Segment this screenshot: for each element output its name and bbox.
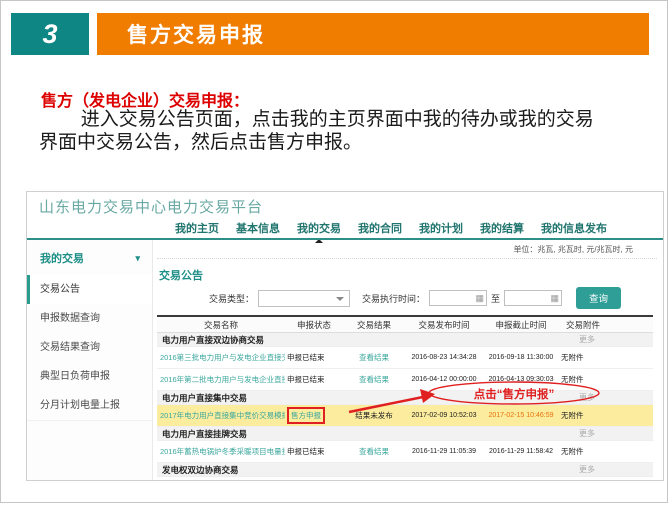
group-title: 发电权双边协商交易 [162,465,239,475]
slide-number-badge: 3 [11,13,89,55]
trade-type-label: 交易类型： [209,292,254,305]
sidebar-item-declared-data-query[interactable]: 申报数据查询 [27,304,152,333]
sidebar: 我的交易 ▾ 交易公告 申报数据查询 交易结果查询 典型日负荷申报 分月计划电量… [27,240,153,480]
section-title: 交易公告 [159,267,657,283]
exec-time-to-input[interactable]: ▦ [504,290,562,306]
nav-item-basic-info[interactable]: 基本信息 [236,220,280,236]
deadline-time: 2016-11-29 11:58:42 [483,448,559,455]
publish-time: 2017-02-09 10:52:03 [405,412,483,419]
table-row: 2016第三批电力用户与发电企业直接交易 申报已结束 查看结果 2016-08-… [157,347,653,369]
group-header-bilateral-direct: 电力用户直接双边协商交易 更多 [157,333,653,347]
group-title: 电力用户直接集中交易 [162,393,247,403]
table-row: 2016年蓄热电锅炉冬季采暖项目电量挂牌交 申报已结束 查看结果 2016-11… [157,441,653,463]
col-trade-result: 交易结果 [343,319,405,331]
sidebar-header-label: 我的交易 [40,250,84,266]
filter-bar: 交易类型： 交易执行时间： ▦ 至 ▦ 查询 [209,289,657,307]
sidebar-item-typical-day-load[interactable]: 典型日负荷申报 [27,362,152,391]
table-header-row: 交易名称 申报状态 交易结果 交易发布时间 申报截止时间 交易附件 [157,315,653,333]
publish-time: 2016-08-23 14:34:28 [405,354,483,361]
more-link[interactable]: 更多 [579,463,595,477]
slide: 3 售方交易申报 售方（发电企业）交易申报： 进入交易公告页面，点击我的主页界面… [0,0,668,503]
col-deadline: 申报截止时间 [483,319,559,331]
main-panel: 单位：兆瓦, 兆瓦时, 元/兆瓦时, 元 交易公告 交易类型： 交易执行时间： … [153,240,663,480]
nav-item-my-plans[interactable]: 我的计划 [419,220,463,236]
nav-item-my-home[interactable]: 我的主页 [175,220,219,236]
announcement-table: 交易名称 申报状态 交易结果 交易发布时间 申报截止时间 交易附件 电力用户直接… [157,315,653,477]
view-result-link[interactable]: 查看结果 [343,446,405,457]
attachment-cell: 无附件 [559,410,607,421]
more-link[interactable]: 更多 [579,333,595,347]
group-title: 电力用户直接双边协商交易 [162,335,264,345]
seller-declare-link-highlight-box[interactable]: 售方申报 [287,407,325,424]
col-attachment: 交易附件 [559,319,607,331]
nav-item-my-trades-label: 我的交易 [297,223,341,235]
attachment-cell: 无附件 [559,374,607,385]
calendar-icon: ▦ [476,294,485,303]
units-note: 单位：兆瓦, 兆瓦时, 元/兆瓦时, 元 [157,240,657,259]
sidebar-item-trade-announcement[interactable]: 交易公告 [27,275,152,304]
deadline-time: 2017-02-15 10:46:59 [483,412,559,419]
slide-number: 3 [42,19,57,50]
query-button[interactable]: 查询 [576,287,621,309]
top-nav: 我的主页 基本信息 我的交易 我的合同 我的计划 我的结算 我的信息发布 [175,220,607,236]
group-header-listing-direct: 电力用户直接挂牌交易 更多 [157,427,653,441]
result-status: 结果未发布 [343,410,405,421]
instruction-line-1: 进入交易公告页面，点击我的主页界面中我的待办或我的交易 [39,108,639,131]
deadline-time: 2016-04-13 09:30:03 [483,376,559,383]
trade-name-link[interactable]: 2016年蓄热电锅炉冬季采暖项目电量挂牌交 [157,446,285,457]
slide-title-bar: 售方交易申报 [97,13,649,55]
slide-title: 售方交易申报 [127,19,265,49]
trade-name-link[interactable]: 2016第三批电力用户与发电企业直接交易 [157,352,285,363]
caret-down-icon: ▾ [135,253,140,264]
publish-time: 2016-11-29 11:05:39 [405,448,483,455]
chevron-down-icon [336,297,344,305]
trade-type-select[interactable] [258,290,350,307]
attachment-cell: 无附件 [559,352,607,363]
more-link[interactable]: 更多 [579,427,595,441]
instruction-text: 进入交易公告页面，点击我的主页界面中我的待办或我的交易 界面中交易公告，然后点击… [39,108,639,154]
trade-name-link[interactable]: 2017年电力用户直接集中竞价交易模拟测试 [157,410,285,421]
declare-status: 申报已结束 [285,446,343,457]
group-title: 电力用户直接挂牌交易 [162,429,247,439]
embedded-app-screenshot: 山东电力交易中心电力交易平台 我的主页 基本信息 我的交易 我的合同 我的计划 … [26,191,664,481]
nav-item-my-trades[interactable]: 我的交易 [297,220,341,236]
declare-status: 申报已结束 [285,352,343,363]
exec-time-from-input[interactable]: ▦ [429,290,487,306]
col-trade-name: 交易名称 [157,319,285,331]
col-publish-time: 交易发布时间 [405,319,483,331]
sidebar-header-my-trades[interactable]: 我的交易 ▾ [27,240,152,275]
group-header-centralized-direct: 电力用户直接集中交易 更多 [157,391,653,405]
more-link[interactable]: 更多 [579,391,595,405]
attachment-cell: 无附件 [559,446,607,457]
deadline-time: 2016-09-18 11:30:00 [483,354,559,361]
calendar-icon: ▦ [551,294,560,303]
view-result-link[interactable]: 查看结果 [343,374,405,385]
view-result-link[interactable]: 查看结果 [343,352,405,363]
group-header-generation-rights: 发电权双边协商交易 更多 [157,463,653,477]
nav-item-my-settlement[interactable]: 我的结算 [480,220,524,236]
declare-status: 申报已结束 [285,374,343,385]
instruction-line-2: 界面中交易公告，然后点击售方申报。 [39,131,639,154]
col-declare-status: 申报状态 [285,319,343,331]
table-row-highlighted: 2017年电力用户直接集中竞价交易模拟测试 售方申报 结果未发布 2017-02… [157,405,653,427]
nav-item-my-info-publish[interactable]: 我的信息发布 [541,220,607,236]
trade-name-link[interactable]: 2016年第二批电力用户与发电企业直接交易 [157,374,285,385]
sidebar-item-monthly-plan-upload[interactable]: 分月计划电量上报 [27,391,152,420]
nav-item-my-contracts[interactable]: 我的合同 [358,220,402,236]
platform-title: 山东电力交易中心电力交易平台 [39,196,263,217]
publish-time: 2016-04-12 00:00:00 [405,376,483,383]
exec-time-label: 交易执行时间： [362,292,425,305]
sidebar-item-trade-result-query[interactable]: 交易结果查询 [27,333,152,362]
table-row: 2016年第二批电力用户与发电企业直接交易 申报已结束 查看结果 2016-04… [157,369,653,391]
to-label: 至 [491,292,500,305]
